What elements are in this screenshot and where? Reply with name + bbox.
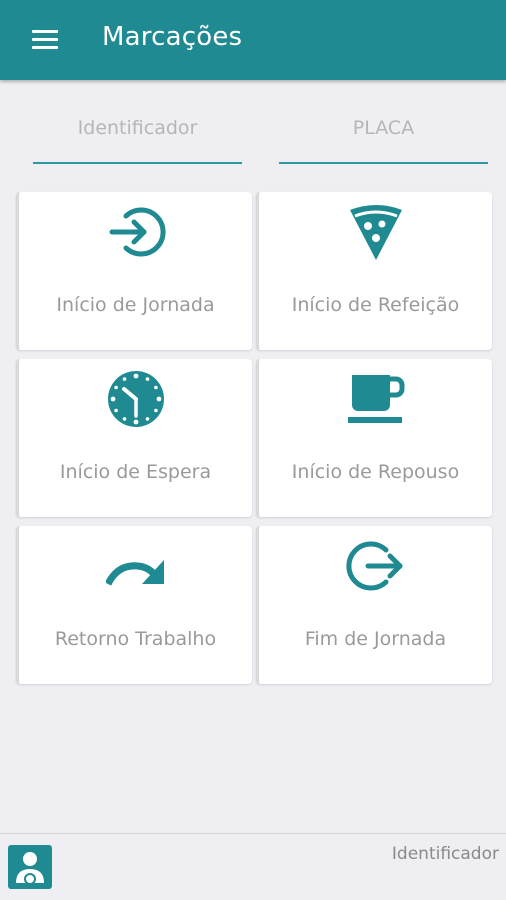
identificador-field[interactable]	[33, 108, 242, 164]
menu-icon-bar	[32, 46, 58, 49]
app-bar: Marcações	[0, 0, 506, 80]
inicio-refeicao-button[interactable]: Início de Refeição	[256, 192, 492, 350]
menu-icon-bar	[32, 38, 58, 41]
placa-input[interactable]	[279, 108, 488, 148]
coffee-cup-icon	[347, 375, 404, 423]
driver-avatar-button[interactable]	[8, 845, 52, 889]
tile-label: Início de Jornada	[56, 294, 215, 316]
fim-jornada-button[interactable]: Fim de Jornada	[256, 526, 492, 684]
tile-label: Fim de Jornada	[304, 628, 447, 650]
inicio-espera-button[interactable]: Início de Espera	[16, 359, 252, 517]
pizza-icon	[349, 205, 402, 260]
clock-icon	[107, 371, 164, 427]
logout-icon	[345, 541, 402, 591]
identificador-input[interactable]	[33, 108, 242, 148]
tile-label: Retorno Trabalho	[54, 628, 217, 650]
menu-icon-bar	[32, 30, 58, 33]
menu-button[interactable]	[22, 20, 68, 60]
inicio-repouso-button[interactable]: Início de Repouso	[256, 359, 492, 517]
tile-label: Início de Espera	[59, 461, 212, 483]
bottom-bar: Identificador	[0, 833, 506, 900]
tile-label: Início de Repouso	[291, 461, 460, 483]
driver-avatar-icon	[16, 852, 44, 885]
login-icon	[109, 207, 166, 257]
redo-arrow-icon	[105, 560, 164, 586]
identifier-label: Identificador	[391, 844, 499, 864]
page-title: Marcações	[102, 22, 243, 52]
placa-field[interactable]	[279, 108, 488, 164]
inicio-jornada-button[interactable]: Início de Jornada	[16, 192, 252, 350]
retorno-trabalho-button[interactable]: Retorno Trabalho	[16, 526, 252, 684]
tile-label: Início de Refeição	[291, 294, 460, 316]
